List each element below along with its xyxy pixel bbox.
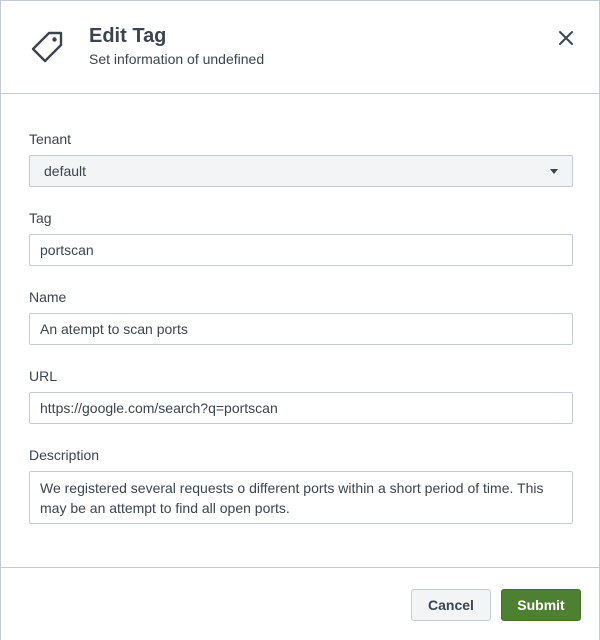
tenant-selected-value: default — [44, 163, 87, 179]
tenant-select[interactable]: default — [29, 155, 573, 187]
tag-icon — [31, 31, 63, 63]
description-textarea[interactable]: We registered several requests o differe… — [29, 471, 573, 524]
name-input[interactable] — [29, 313, 573, 345]
caret-down-icon — [550, 168, 558, 174]
dialog-footer: Cancel Submit — [1, 567, 599, 640]
dialog-subtitle: Set information of undefined — [89, 51, 265, 67]
description-label: Description — [29, 447, 100, 463]
cancel-button[interactable]: Cancel — [411, 589, 491, 621]
dialog-header: Edit Tag Set information of undefined — [1, 1, 599, 94]
url-label: URL — [29, 368, 58, 384]
url-input[interactable] — [29, 392, 573, 424]
submit-button[interactable]: Submit — [501, 589, 581, 621]
tag-input[interactable] — [29, 234, 573, 266]
close-icon[interactable] — [554, 26, 578, 50]
edit-tag-dialog: Edit Tag Set information of undefined Te… — [0, 0, 600, 640]
tenant-label: Tenant — [29, 131, 72, 147]
name-label: Name — [29, 289, 67, 305]
tag-label: Tag — [29, 210, 52, 226]
dialog-title: Edit Tag — [89, 25, 167, 47]
